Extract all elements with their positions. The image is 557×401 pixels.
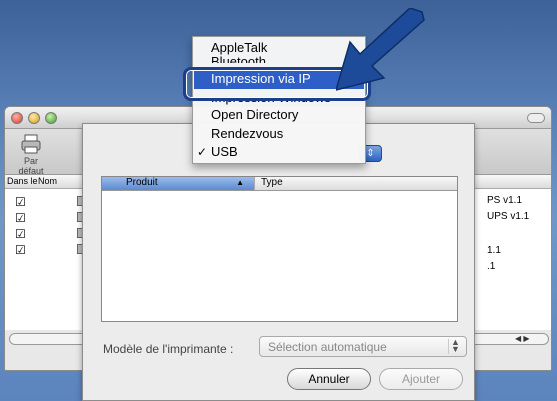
cancel-button[interactable]: Annuler [287, 368, 371, 390]
checkmark-icon[interactable]: ☑ [15, 243, 29, 257]
popup-arrows-icon: ▲ ▼ [448, 338, 462, 354]
column-product[interactable]: Produit ▲ [102, 177, 254, 190]
toolbar-toggle-button[interactable] [527, 113, 545, 123]
checkmark-icon: ✓ [197, 145, 208, 159]
product-table-header: Produit ▲ Type [102, 177, 457, 191]
add-printer-sheet: ⇕ Produit ▲ Type Modèle de l'imprimante … [82, 123, 475, 401]
product-table: Produit ▲ Type [101, 176, 458, 322]
close-button[interactable] [11, 112, 23, 124]
menu-item-usb[interactable]: USB [211, 144, 238, 159]
checkmark-icon[interactable]: ☑ [15, 195, 29, 209]
printer-kind-text: 1.1 [487, 245, 501, 256]
printer-kind-text: .1 [487, 261, 496, 272]
add-button[interactable]: Ajouter [379, 368, 463, 390]
checkmark-icon[interactable]: ☑ [15, 211, 29, 225]
menu-item-open-directory[interactable]: Open Directory [211, 107, 298, 122]
model-label: Modèle de l'imprimante : [103, 342, 234, 356]
model-select-value: Sélection automatique [268, 340, 387, 354]
menu-item-rendezvous[interactable]: Rendezvous [211, 126, 283, 141]
printer-model-select[interactable]: Sélection automatique ▲ ▼ [259, 336, 467, 357]
column-product-label: Produit [126, 177, 158, 188]
toolbar-label: Par défaut [18, 156, 44, 176]
checkmark-icon[interactable]: ☑ [15, 227, 29, 241]
printer-kind-text: PS v1.1 [487, 195, 523, 206]
printer-kind-text: UPS v1.1 [487, 211, 530, 222]
zoom-button[interactable] [45, 112, 57, 124]
minimize-button[interactable] [28, 112, 40, 124]
column-name[interactable]: Nom [38, 176, 57, 186]
sort-ascending-icon: ▲ [236, 178, 244, 187]
column-type[interactable]: Type [254, 177, 457, 190]
default-printer-button[interactable]: Par défaut [11, 133, 51, 176]
printer-icon [21, 134, 41, 154]
callout-arrow-icon [336, 8, 425, 91]
scroll-arrows-icon[interactable]: ◀ ▶ [515, 334, 545, 344]
column-type-label: Type [261, 177, 283, 188]
menu-item-appletalk[interactable]: AppleTalk [211, 40, 267, 55]
column-in-menu[interactable]: Dans le [7, 176, 38, 186]
